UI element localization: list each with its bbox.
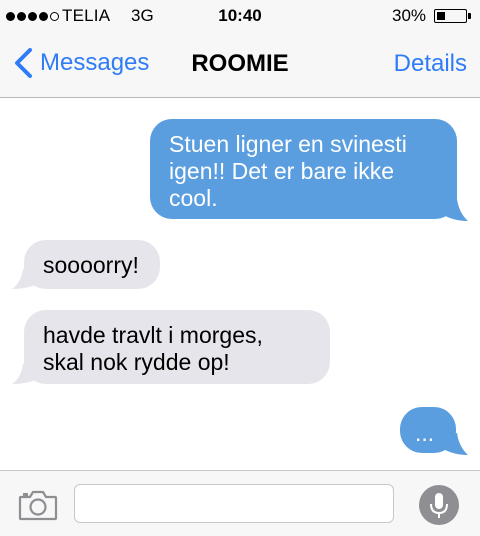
battery-icon (434, 9, 467, 23)
battery-percentage: 30% (392, 6, 427, 25)
back-button[interactable]: Messages (12, 46, 149, 80)
bubble-tail (440, 433, 468, 455)
battery-cap (468, 13, 471, 19)
battery-fill (436, 11, 445, 20)
outgoing-message[interactable]: Stuen ligner en svinesti igen!! Det er b… (150, 119, 457, 219)
incoming-message[interactable]: soooorry! (24, 240, 160, 289)
camera-icon[interactable] (18, 489, 58, 521)
navigation-bar: Messages ROOMIE Details (0, 32, 480, 98)
bubble-tail (12, 364, 40, 384)
back-button-label: Messages (40, 49, 150, 76)
chevron-left-icon (15, 48, 32, 78)
incoming-message[interactable]: havde travlt i morges, skal nok rydde op… (24, 310, 330, 384)
message-text: soooorry! (43, 252, 139, 278)
message-thread[interactable]: Stuen ligner en svinesti igen!! Det er b… (0, 99, 480, 470)
message-text: Stuen ligner en svinesti igen!! Det er b… (169, 131, 407, 211)
microphone-button[interactable] (419, 485, 459, 525)
microphone-icon (430, 493, 448, 518)
bubble-tail (440, 199, 468, 221)
message-text: havde travlt i morges, skal nok rydde op… (43, 322, 263, 375)
bubble-tail (12, 269, 40, 289)
compose-bar (0, 470, 480, 536)
message-input[interactable] (74, 484, 394, 523)
details-button[interactable]: Details (394, 50, 467, 78)
status-bar: TELIA 3G 10:40 30% (0, 0, 480, 32)
